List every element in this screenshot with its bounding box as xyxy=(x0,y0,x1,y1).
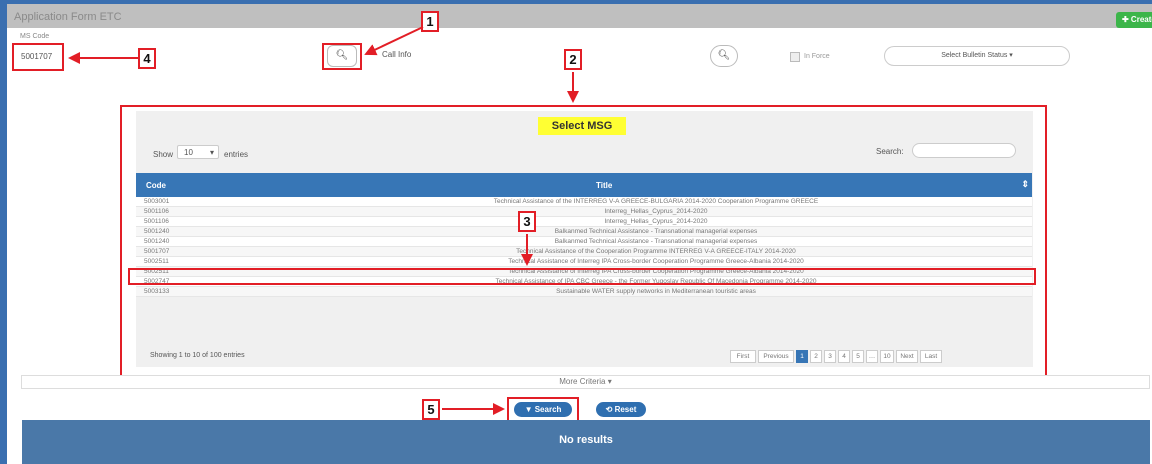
reset-icon: ⟲ xyxy=(605,405,615,414)
more-criteria-toggle[interactable]: More Criteria ▾ xyxy=(21,375,1150,389)
results-panel: No results xyxy=(22,420,1150,464)
reset-button-label: Reset xyxy=(614,405,637,414)
filter-icon: ▼ xyxy=(524,405,535,414)
search-button-label: Search xyxy=(534,405,562,414)
reset-button[interactable]: ⟲ Reset xyxy=(596,402,646,417)
search-button[interactable]: ▼ Search xyxy=(514,402,572,417)
callout-arrows xyxy=(68,26,579,415)
